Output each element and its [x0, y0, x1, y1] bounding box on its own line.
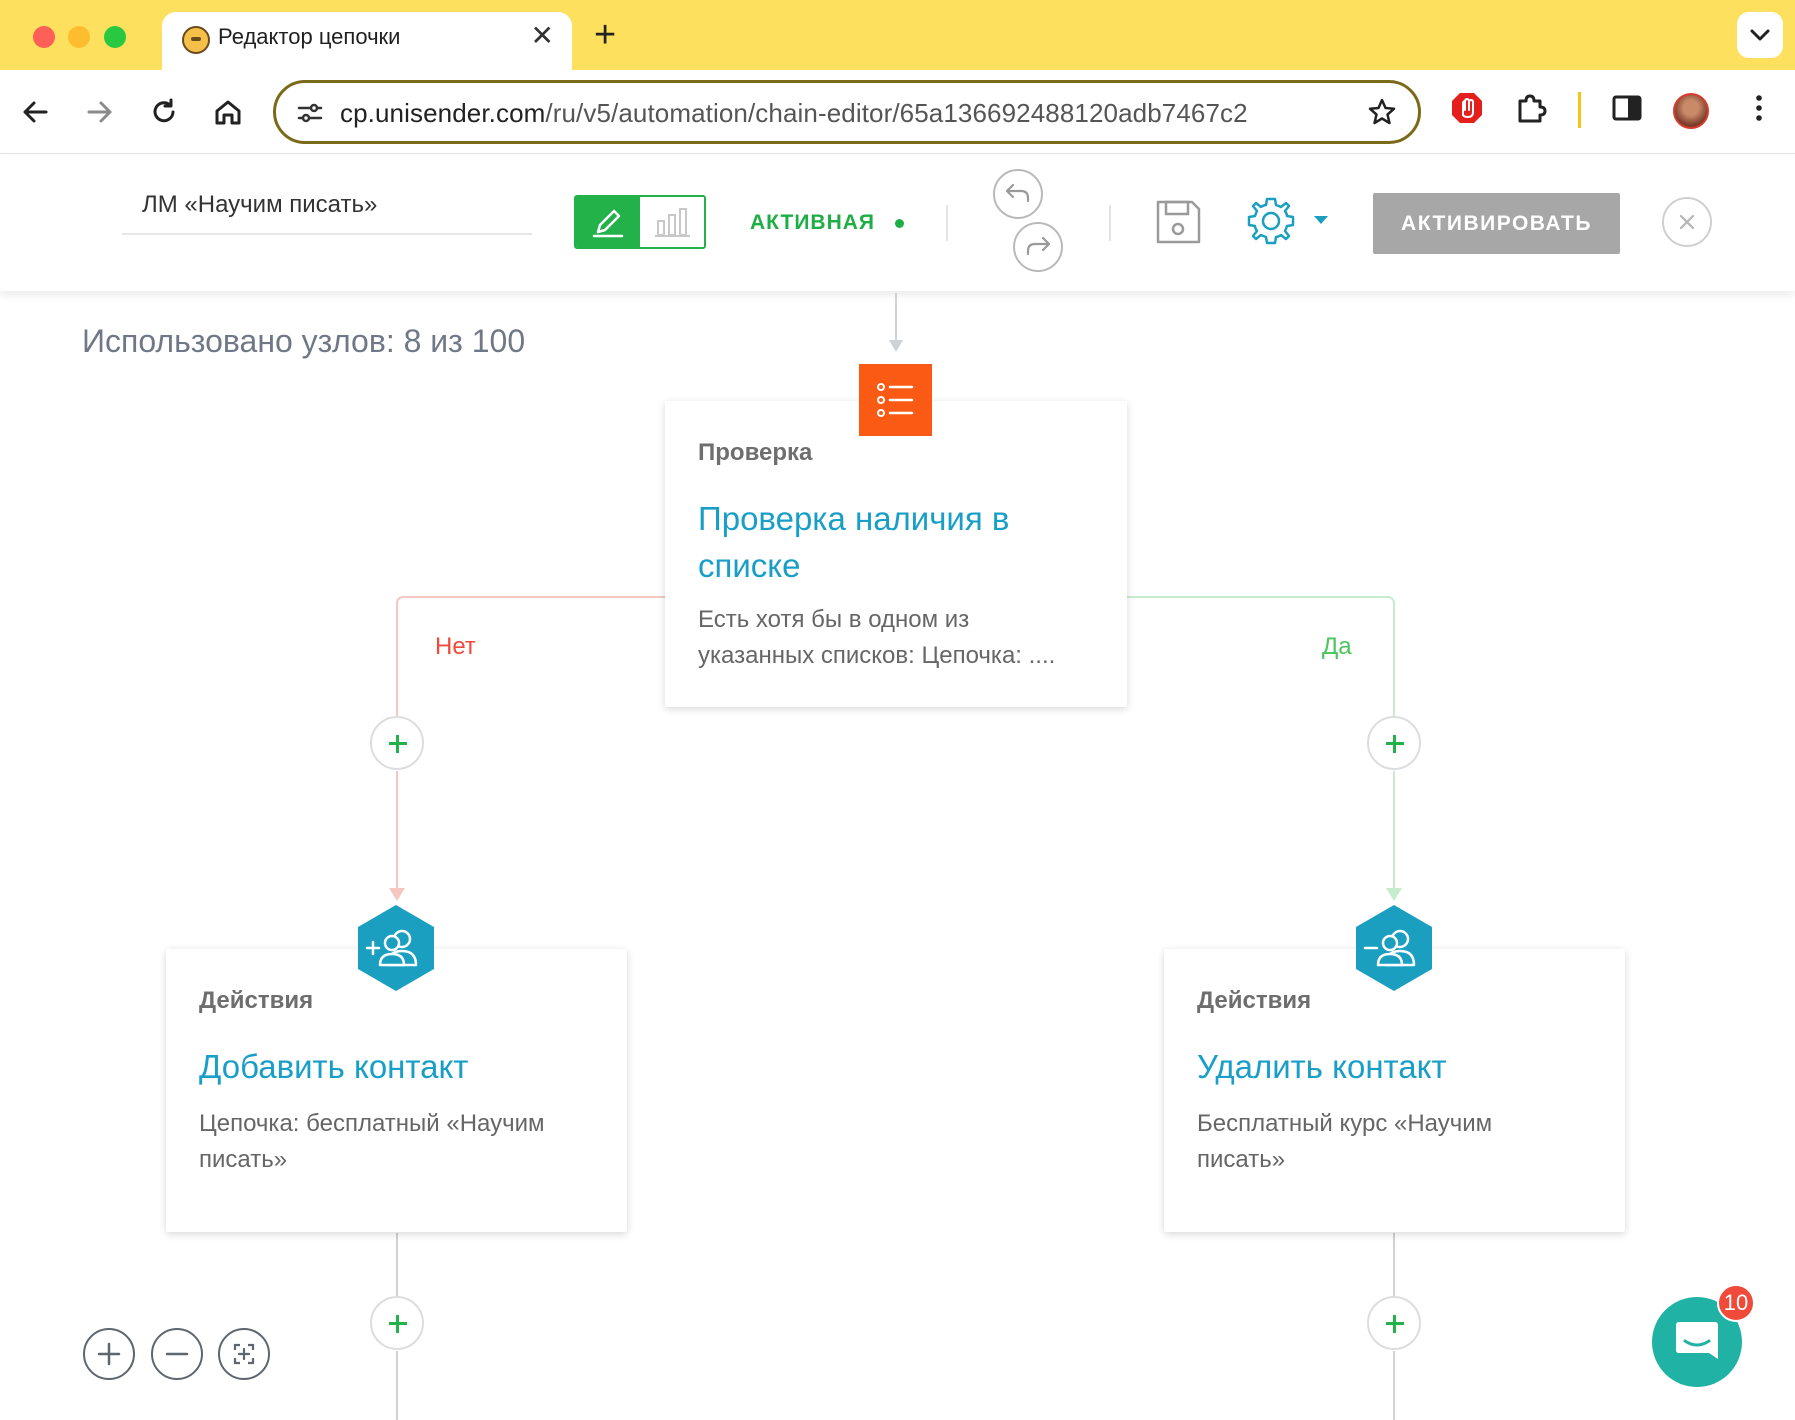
zoom-out-button[interactable]: [151, 1328, 203, 1380]
list-check-icon: [877, 383, 914, 417]
node-description: Цепочка: бесплатный «Научим писать»: [199, 1110, 545, 1173]
node-title[interactable]: Добавить контакт: [199, 1043, 468, 1090]
add-node-button[interactable]: [370, 716, 424, 770]
chat-unread-badge: 10: [1717, 1284, 1755, 1322]
node-type-label: Действия: [1197, 987, 1312, 1014]
node-title[interactable]: Проверка наличия в списке: [698, 495, 1009, 589]
zoom-in-icon: [97, 1342, 121, 1366]
node-type-label: Проверка: [698, 439, 813, 466]
node-type-label: Действия: [199, 987, 314, 1014]
add-node-button[interactable]: [1367, 716, 1421, 770]
add-contact-icon: [358, 905, 434, 991]
add-node-button[interactable]: [1367, 1296, 1421, 1350]
branch-yes-label: Да: [1322, 633, 1352, 660]
node-description: Бесплатный курс «Научим писать»: [1197, 1110, 1493, 1173]
fit-to-screen-button[interactable]: [218, 1328, 270, 1380]
check-node-badge: [859, 364, 932, 436]
node-title[interactable]: Удалить контакт: [1197, 1043, 1447, 1090]
check-node-card[interactable]: Проверка Проверка наличия в списке Есть …: [665, 401, 1127, 707]
zoom-in-button[interactable]: [83, 1328, 135, 1380]
nodes-used-counter: Использовано узлов: 8 из 100: [82, 323, 526, 359]
node-description: Есть хотя бы в одном из указанных списко…: [698, 606, 1056, 669]
branch-no-label: Нет: [435, 633, 476, 660]
zoom-out-icon: [165, 1352, 189, 1356]
add-node-button[interactable]: [370, 1296, 424, 1350]
remove-contact-icon: [1356, 905, 1432, 991]
fit-icon: [233, 1343, 255, 1365]
